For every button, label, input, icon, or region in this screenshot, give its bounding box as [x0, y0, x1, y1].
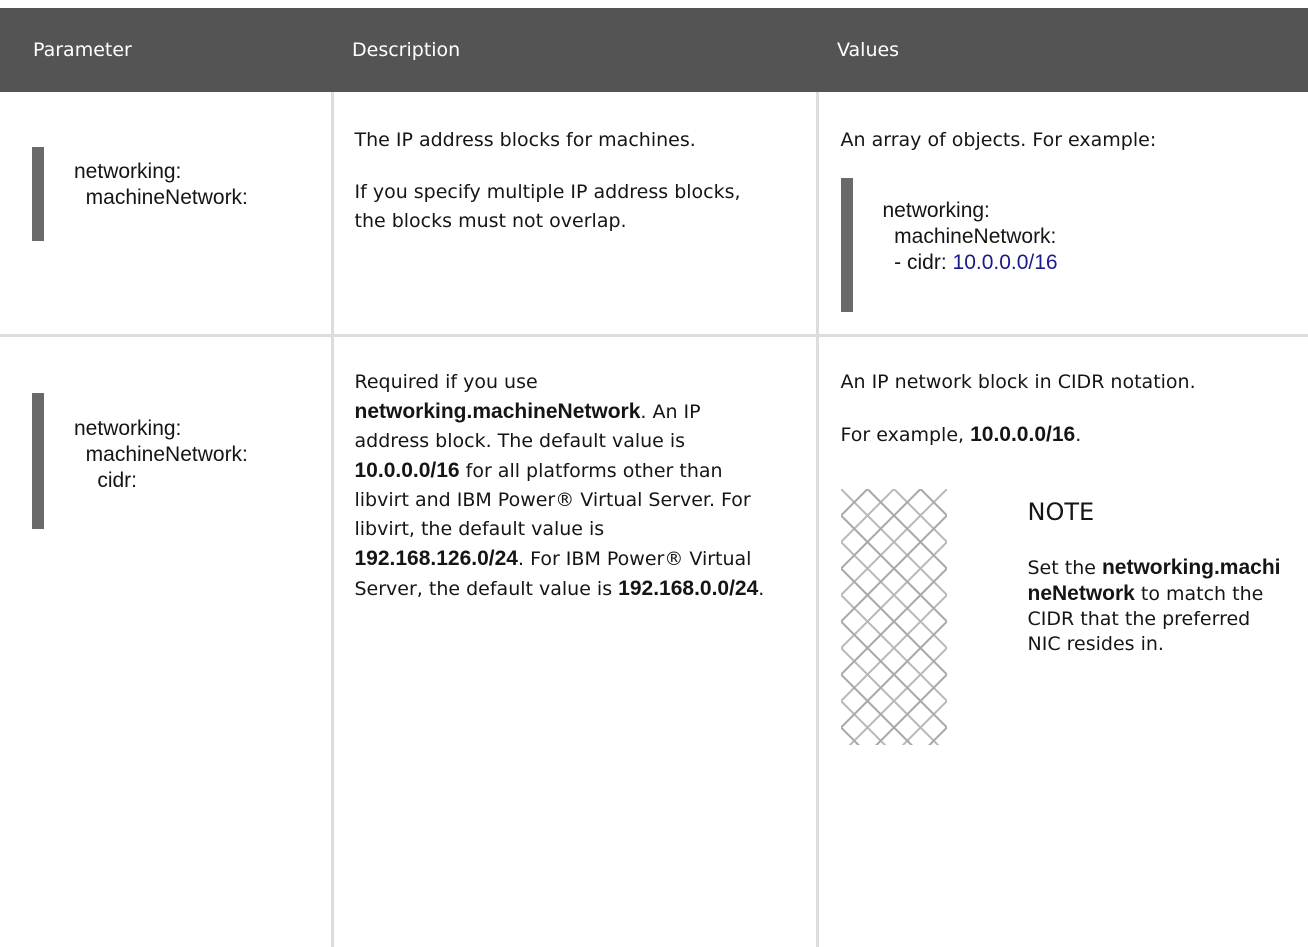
inline-code: 192.168.0.0/24 — [618, 576, 759, 600]
table-header-row: Parameter Description Values — [0, 8, 1308, 92]
note-admonition: NOTE Set the networking.machineNetwork t… — [840, 488, 1308, 749]
values-cell: An IP network block in CIDR notation. Fo… — [817, 335, 1308, 947]
inline-code: 10.0.0.0/16 — [970, 422, 1076, 446]
values-cell: An array of objects. For example: networ… — [817, 92, 1308, 337]
description-cell: Required if you use networking.machineNe… — [332, 335, 819, 947]
code-bar — [840, 178, 853, 312]
values-example: For example, 10.0.0.0/16. — [840, 422, 1082, 446]
parameter-cell: networking: machineNetwork: cidr: — [0, 335, 334, 947]
code-line: cidr: — [74, 468, 138, 492]
code-bar — [32, 147, 44, 241]
code-key: - cidr: — [882, 251, 953, 274]
note-pattern-icon — [840, 488, 947, 745]
page: Parameter Description Values networking:… — [0, 0, 1308, 947]
inline-code: 10.0.0.0/16 — [354, 458, 460, 482]
header-values: Values — [817, 8, 1308, 92]
description-text: The IP address blocks for machines. — [354, 129, 696, 151]
values-intro: An array of objects. For example: — [840, 129, 1157, 151]
example-code: networking: machineNetwork: - cidr: 10.0… — [840, 178, 1308, 312]
parameter-code: networking: machineNetwork: — [32, 147, 330, 241]
table-row: networking: machineNetwork: cidr: Requir… — [0, 335, 1308, 947]
inline-code: 192.168.126.0/24 — [354, 546, 519, 570]
code-line: networking: — [74, 416, 182, 440]
code-bar — [32, 392, 44, 529]
table-row: networking: machineNetwork: The IP addre… — [0, 92, 1308, 337]
header-description: Description — [332, 8, 817, 92]
parameter-code: networking: machineNetwork: cidr: — [32, 392, 330, 529]
code-line: machineNetwork: — [74, 186, 248, 209]
parameter-cell: networking: machineNetwork: — [0, 92, 334, 337]
description-cell: The IP address blocks for machines. If y… — [332, 92, 819, 337]
values-intro: An IP network block in CIDR notation. — [840, 370, 1196, 393]
code-value: 10.0.0.0/16 — [952, 251, 1058, 274]
code-line: - cidr: 10.0.0.0/16 — [883, 250, 1308, 276]
inline-code: networking.machineNetwork — [354, 399, 641, 423]
note-body: NOTE Set the networking.machineNetwork t… — [1028, 489, 1288, 657]
note-title: NOTE — [1027, 497, 1095, 526]
header-parameter: Parameter — [0, 8, 332, 92]
code-line: machineNetwork: — [882, 225, 1057, 248]
description-text: If you specify multiple IP address block… — [354, 181, 741, 232]
code-line: machineNetwork: — [74, 442, 248, 466]
code-line: networking: — [882, 199, 990, 222]
note-text: Set the networking.machineNetwork to mat… — [1027, 555, 1281, 655]
description-text: Required if you use networking.machineNe… — [354, 370, 765, 600]
parameters-table: Parameter Description Values networking:… — [0, 8, 1308, 947]
code-line: networking: — [74, 160, 182, 183]
